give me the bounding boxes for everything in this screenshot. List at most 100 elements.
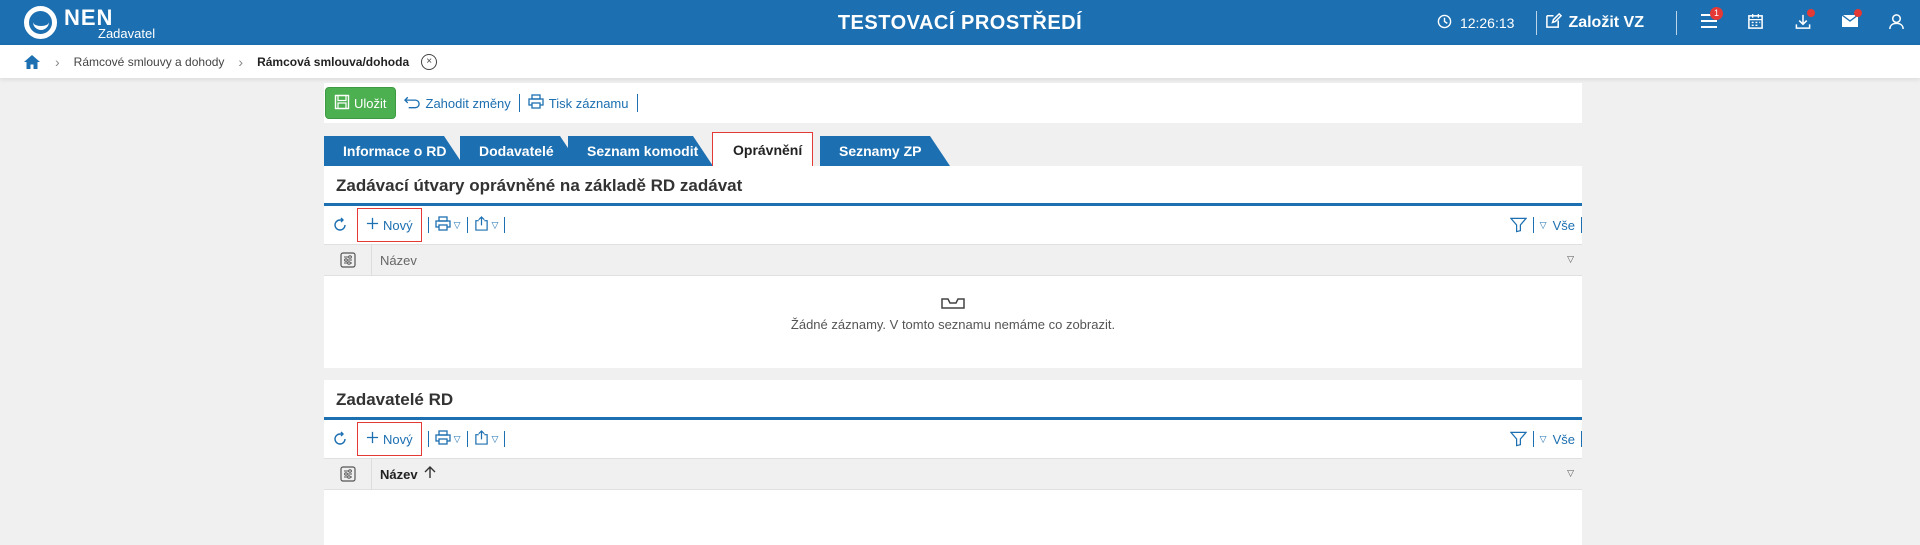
printer-icon [528, 94, 544, 112]
refresh-icon[interactable] [332, 431, 352, 447]
grid-filters: ▽ Vše [1509, 206, 1582, 244]
caret-down-icon: ▽ [453, 433, 461, 444]
new-record-button[interactable]: Nový [357, 422, 422, 456]
chevron-right-icon: › [55, 53, 60, 70]
divider [518, 94, 520, 112]
section-title: Zadávací útvary oprávněné na základě RD … [324, 166, 1582, 206]
empty-tray-icon [940, 296, 966, 313]
save-label: Uložit [354, 95, 387, 111]
breadcrumb: › Rámcové smlouvy a dohody › Rámcová sml… [0, 45, 1920, 78]
menu-button[interactable]: 1 [1685, 0, 1732, 45]
caret-down-icon: ▽ [1539, 433, 1547, 444]
tab-seznamy-zp[interactable]: Seznamy ZP [820, 136, 950, 166]
user-button[interactable] [1873, 0, 1920, 45]
clock-time: 12:26:13 [1459, 14, 1515, 31]
export-button[interactable]: ▽ [474, 430, 499, 448]
session-clock: 12:26:13 [1437, 14, 1515, 32]
mail-badge-dot [1854, 9, 1862, 17]
column-menu-icon[interactable]: ▽ [1567, 254, 1574, 265]
calendar-icon [1747, 13, 1764, 33]
download-badge-dot [1807, 9, 1815, 17]
new-label: Nový [383, 217, 413, 233]
section-contracting-authorities: Zadavatelé RD Nový ▽ ▽ ▽ Vše Název ▽ [324, 380, 1582, 545]
divider [1676, 10, 1677, 35]
tab-informace-o-rd[interactable]: Informace o RD [324, 136, 464, 166]
plus-icon [366, 431, 379, 447]
edit-icon [1545, 12, 1563, 34]
print-label: Tisk záznamu [548, 95, 629, 111]
tab-seznam-komodit[interactable]: Seznam komodit [568, 136, 713, 166]
column-name-header[interactable]: Název [372, 253, 417, 268]
divider [427, 431, 429, 447]
export-button[interactable]: ▽ [474, 216, 499, 234]
section-authorized-units: Zadávací útvary oprávněné na základě RD … [324, 166, 1582, 368]
tab-opravneni[interactable]: Oprávnění [712, 132, 813, 166]
caret-down-icon: ▽ [1539, 219, 1547, 230]
tab-dodavatele[interactable]: Dodavatelé [460, 136, 580, 166]
printer-icon [434, 216, 451, 234]
filter-all-dropdown[interactable]: ▽ Vše [1540, 218, 1575, 233]
column-name-header[interactable]: Název [372, 466, 436, 482]
home-icon[interactable] [23, 53, 41, 71]
section-title: Zadavatelé RD [324, 380, 1582, 420]
divider [1581, 431, 1582, 447]
chevron-right-icon: › [238, 53, 244, 70]
column-name-label: Název [380, 252, 417, 268]
download-button[interactable] [1779, 0, 1826, 45]
grid-column-header: Název ▽ [324, 244, 1582, 276]
column-menu-icon[interactable]: ▽ [1567, 468, 1574, 479]
plus-icon [366, 217, 379, 233]
empty-state-text: Žádné záznamy. V tomto seznamu nemáme co… [790, 317, 1116, 332]
divider [1536, 10, 1538, 35]
close-icon[interactable]: × [421, 53, 438, 70]
print-grid-button[interactable]: ▽ [434, 216, 461, 234]
top-bar-actions: 12:26:13 Založit VZ 1 [1437, 0, 1920, 45]
caret-down-icon: ▽ [491, 433, 499, 444]
sort-ascending-icon [424, 466, 436, 482]
filter-all-dropdown[interactable]: ▽ Vše [1540, 432, 1575, 447]
discard-changes-button[interactable]: Zahodit změny [403, 95, 511, 112]
mail-button[interactable] [1826, 0, 1873, 45]
divider [504, 217, 506, 233]
grid-toolbar: Nový ▽ ▽ ▽ Vše [324, 420, 1582, 458]
empty-state: Žádné záznamy. V tomto seznamu nemáme co… [324, 276, 1582, 362]
new-label: Nový [383, 431, 413, 447]
caret-down-icon: ▽ [491, 219, 499, 230]
divider [1581, 217, 1582, 233]
divider [466, 217, 468, 233]
create-vz-button[interactable]: Založit VZ [1545, 12, 1644, 34]
filter-icon[interactable] [1509, 431, 1527, 447]
print-grid-button[interactable]: ▽ [434, 430, 461, 448]
new-record-button[interactable]: Nový [357, 208, 422, 242]
grid-filters: ▽ Vše [1509, 420, 1582, 458]
divider [427, 217, 429, 233]
divider [466, 431, 468, 447]
divider [504, 431, 506, 447]
column-settings-icon[interactable] [324, 458, 372, 490]
divider [636, 94, 638, 112]
printer-icon [434, 430, 451, 448]
caret-down-icon: ▽ [453, 219, 461, 230]
divider [1532, 217, 1534, 233]
record-action-bar: Uložit Zahodit změny Tisk záznamu [324, 83, 1582, 123]
clock-icon [1437, 14, 1452, 32]
breadcrumb-item-frameworks[interactable]: Rámcové smlouvy a dohody [74, 55, 225, 69]
top-bar: NEN Zadavatel TESTOVACÍ PROSTŘEDÍ 12:26:… [0, 0, 1920, 45]
breadcrumb-item-current: Rámcová smlouva/dohoda [257, 54, 410, 69]
export-icon [474, 430, 489, 448]
calendar-button[interactable] [1732, 0, 1779, 45]
notification-badge: 1 [1710, 7, 1723, 20]
undo-icon [403, 95, 421, 112]
filter-icon[interactable] [1509, 217, 1527, 233]
filter-all-label: Vše [1552, 217, 1575, 233]
save-button[interactable]: Uložit [325, 87, 396, 119]
create-vz-label: Založit VZ [1568, 13, 1644, 31]
grid-column-header: Název ▽ [324, 458, 1582, 490]
save-icon [334, 94, 350, 113]
grid-toolbar: Nový ▽ ▽ ▽ Vše [324, 206, 1582, 244]
column-name-label: Název [380, 466, 418, 482]
refresh-icon[interactable] [332, 217, 352, 233]
export-icon [474, 216, 489, 234]
print-record-button[interactable]: Tisk záznamu [528, 94, 629, 112]
column-settings-icon[interactable] [324, 244, 372, 276]
